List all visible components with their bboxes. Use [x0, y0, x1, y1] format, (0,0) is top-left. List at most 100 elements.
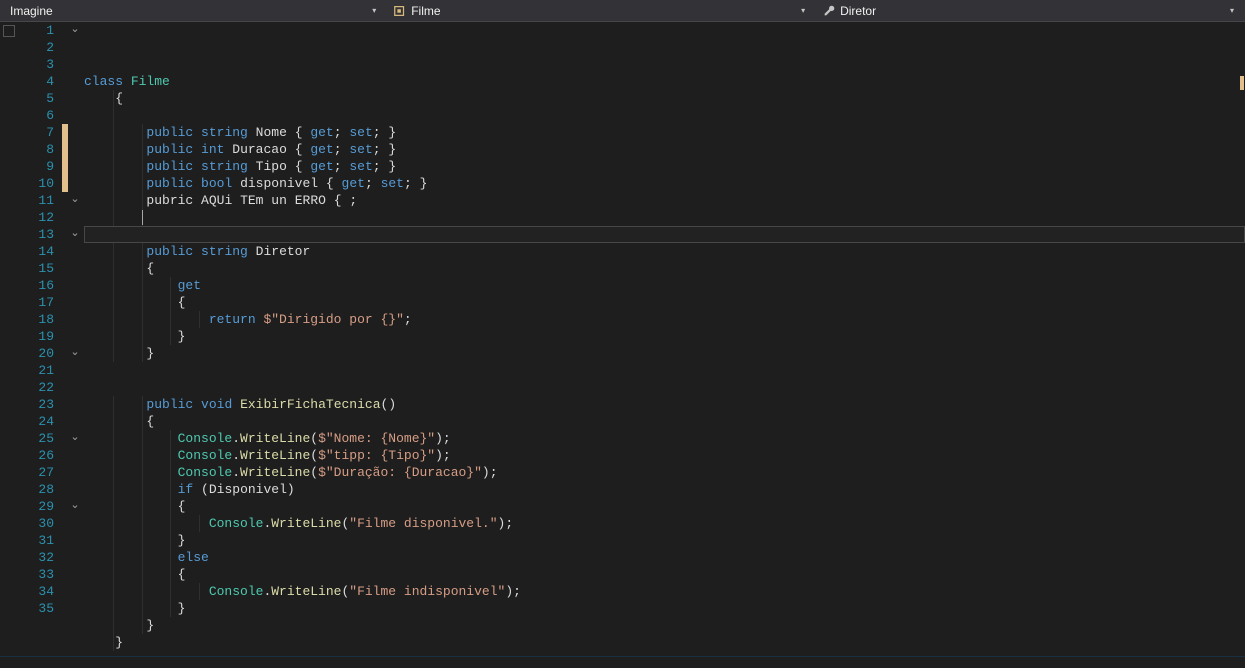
line-number: 33 — [20, 566, 54, 583]
indent-guide — [113, 175, 114, 192]
line-number: 28 — [20, 481, 54, 498]
code-line[interactable]: } — [84, 328, 1245, 345]
code-line[interactable]: Console.WriteLine("Filme indisponivel"); — [84, 583, 1245, 600]
indent-guide — [113, 413, 114, 430]
fold-toggle[interactable] — [68, 430, 82, 447]
fold-toggle[interactable] — [68, 226, 82, 243]
indent-guide — [142, 617, 143, 634]
code-line[interactable]: } — [84, 600, 1245, 617]
fold-spacer — [68, 56, 82, 73]
line-number: 35 — [20, 600, 54, 617]
indent-guide — [113, 311, 114, 328]
code-line[interactable] — [84, 226, 1245, 243]
code-line[interactable]: } — [84, 532, 1245, 549]
code-line[interactable]: Console.WriteLine("Filme disponivel."); — [84, 515, 1245, 532]
line-number: 7 — [20, 124, 54, 141]
code-line[interactable] — [84, 107, 1245, 124]
dropdown-icon[interactable]: ▾ — [796, 0, 810, 21]
code-line[interactable]: { — [84, 498, 1245, 515]
code-line[interactable]: } — [84, 617, 1245, 634]
dropdown-icon[interactable]: ▾ — [1225, 0, 1239, 21]
code-line[interactable] — [84, 379, 1245, 396]
breadcrumb-namespace[interactable]: Imagine ▾ — [0, 0, 387, 21]
indent-guide — [113, 481, 114, 498]
code-line[interactable]: Console.WriteLine($"tipp: {Tipo}"); — [84, 447, 1245, 464]
fold-spacer — [68, 566, 82, 583]
code-area[interactable]: class Filme { public string Nome { get; … — [82, 22, 1245, 657]
code-line[interactable]: public void ExibirFichaTecnica() — [84, 396, 1245, 413]
indent-guide — [142, 175, 143, 192]
code-line[interactable]: get — [84, 277, 1245, 294]
code-line[interactable]: public string Tipo { get; set; } — [84, 158, 1245, 175]
indent-guide — [142, 311, 143, 328]
code-line[interactable] — [84, 209, 1245, 226]
indent-guide — [113, 107, 114, 124]
code-line[interactable]: public string Nome { get; set; } — [84, 124, 1245, 141]
dropdown-icon[interactable]: ▾ — [367, 0, 381, 21]
breadcrumb-class[interactable]: Filme ▾ — [387, 0, 816, 21]
code-line[interactable]: Console.WriteLine($"Duração: {Duracao}")… — [84, 464, 1245, 481]
code-line[interactable]: public string Diretor — [84, 243, 1245, 260]
line-number: 15 — [20, 260, 54, 277]
fold-gutter[interactable] — [68, 22, 82, 657]
code-line[interactable]: { — [84, 566, 1245, 583]
code-line[interactable]: Console.WriteLine($"Nome: {Nome}"); — [84, 430, 1245, 447]
fold-spacer — [68, 515, 82, 532]
line-number: 29 — [20, 498, 54, 515]
breadcrumb-member-label: Diretor — [840, 4, 876, 18]
fold-toggle[interactable] — [68, 22, 82, 39]
fold-spacer — [68, 549, 82, 566]
indent-guide — [113, 634, 114, 651]
code-line[interactable]: public bool disponivel { get; set; } — [84, 175, 1245, 192]
line-number: 32 — [20, 549, 54, 566]
fold-spacer — [68, 362, 82, 379]
code-line[interactable]: if (Disponivel) — [84, 481, 1245, 498]
indent-guide — [142, 277, 143, 294]
indent-guide — [142, 583, 143, 600]
fold-toggle[interactable] — [68, 345, 82, 362]
fold-spacer — [68, 141, 82, 158]
fold-spacer — [68, 464, 82, 481]
line-number: 23 — [20, 396, 54, 413]
code-line[interactable]: return $"Dirigido por {}"; — [84, 311, 1245, 328]
code-line[interactable] — [84, 651, 1245, 668]
code-line[interactable]: public int Duracao { get; set; } — [84, 141, 1245, 158]
breadcrumb-member[interactable]: Diretor ▾ — [816, 0, 1245, 21]
code-line[interactable]: pubric AQUi TEm un ERRO { ; — [84, 192, 1245, 209]
fold-toggle[interactable] — [68, 192, 82, 209]
fold-toggle[interactable] — [68, 498, 82, 515]
line-number: 31 — [20, 532, 54, 549]
line-number: 34 — [20, 583, 54, 600]
indent-guide — [113, 532, 114, 549]
indent-guide — [113, 396, 114, 413]
indent-guide — [170, 481, 171, 498]
line-number: 17 — [20, 294, 54, 311]
code-line[interactable]: else — [84, 549, 1245, 566]
fold-spacer — [68, 481, 82, 498]
indent-guide — [113, 498, 114, 515]
fold-spacer — [68, 39, 82, 56]
code-line[interactable]: { — [84, 260, 1245, 277]
code-line[interactable]: } — [84, 634, 1245, 651]
line-number: 26 — [20, 447, 54, 464]
indent-guide — [113, 345, 114, 362]
code-line[interactable] — [84, 362, 1245, 379]
fold-spacer — [68, 396, 82, 413]
indent-guide — [199, 515, 200, 532]
indent-guide — [113, 192, 114, 209]
line-number: 24 — [20, 413, 54, 430]
fold-spacer — [68, 73, 82, 90]
code-editor[interactable]: 1234567891011121314151617181920212223242… — [0, 22, 1245, 657]
text-cursor — [142, 210, 143, 225]
code-line[interactable]: { — [84, 413, 1245, 430]
code-line[interactable]: { — [84, 294, 1245, 311]
code-line[interactable]: { — [84, 90, 1245, 107]
line-number: 1 — [20, 22, 54, 39]
line-number: 3 — [20, 56, 54, 73]
indent-guide — [113, 430, 114, 447]
code-line[interactable]: } — [84, 345, 1245, 362]
indent-guide — [113, 294, 114, 311]
indent-guide — [113, 260, 114, 277]
breakpoint-gutter[interactable] — [0, 22, 20, 657]
code-line[interactable]: class Filme — [84, 73, 1245, 90]
